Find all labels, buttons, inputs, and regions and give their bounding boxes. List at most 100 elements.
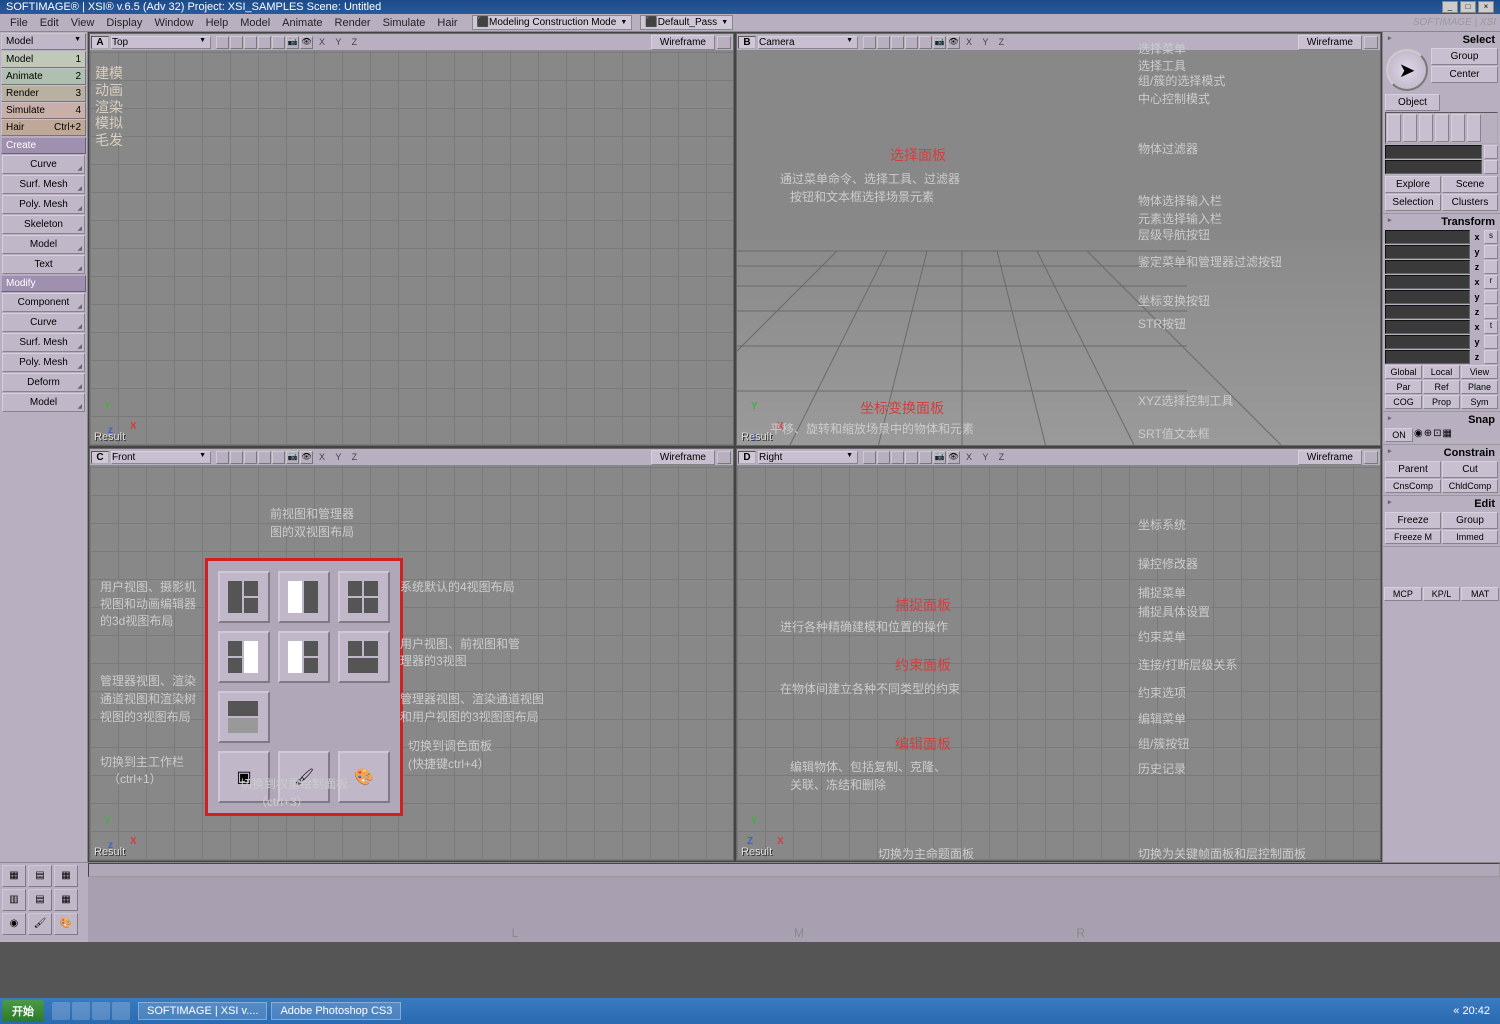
layout-2view[interactable]: [278, 571, 330, 623]
tool-icon[interactable]: ◉: [2, 913, 26, 935]
ref-button[interactable]: Ref: [1423, 380, 1460, 394]
layout-icon[interactable]: ▥: [2, 889, 26, 911]
vp-xyz[interactable]: X Y Z: [319, 452, 361, 462]
kpl-tab[interactable]: KP/L: [1423, 587, 1461, 601]
timeline[interactable]: L M R: [88, 863, 1500, 942]
srt-icon[interactable]: [1484, 305, 1498, 319]
vp-icon[interactable]: [230, 36, 243, 49]
vp-icon[interactable]: [244, 36, 257, 49]
rot-z[interactable]: [1385, 305, 1470, 319]
parent-button[interactable]: Parent: [1385, 461, 1441, 478]
vp-a-name[interactable]: Top▼: [111, 36, 211, 49]
center-button[interactable]: Center: [1431, 66, 1498, 83]
rot-y[interactable]: [1385, 290, 1470, 304]
plane-button[interactable]: Plane: [1461, 380, 1498, 394]
vp-b-name[interactable]: Camera▼: [758, 36, 858, 49]
vp-b-render[interactable]: Wireframe: [1298, 35, 1362, 50]
create-polymesh[interactable]: Poly. Mesh◢: [2, 195, 85, 214]
view-button[interactable]: View: [1461, 365, 1498, 379]
layout-3view-a[interactable]: [218, 631, 270, 683]
layout-icon[interactable]: ▦: [54, 889, 78, 911]
layout-icon[interactable]: ▤: [28, 865, 52, 887]
vp-c-render[interactable]: Wireframe: [651, 450, 715, 465]
camera-icon[interactable]: 📷: [286, 451, 299, 464]
mode-render[interactable]: Render3: [1, 85, 86, 102]
r-button[interactable]: r: [1484, 275, 1498, 289]
vp-icon[interactable]: [216, 451, 229, 464]
sym-button[interactable]: Sym: [1461, 395, 1498, 409]
ql-icon[interactable]: [52, 1002, 70, 1020]
create-text[interactable]: Text◢: [2, 255, 85, 274]
cut-button[interactable]: Cut: [1442, 461, 1498, 478]
vp-icon[interactable]: [272, 36, 285, 49]
srt-z[interactable]: [1385, 260, 1470, 274]
freezem-button[interactable]: Freeze M: [1385, 530, 1441, 544]
vp-icon[interactable]: [891, 36, 904, 49]
srt-icon[interactable]: [1484, 335, 1498, 349]
layout-3view-c[interactable]: [338, 631, 390, 683]
vp-icon[interactable]: [905, 36, 918, 49]
mat-tab[interactable]: MAT: [1461, 587, 1499, 601]
trans-x[interactable]: [1385, 320, 1470, 334]
prop-button[interactable]: Prop: [1423, 395, 1460, 409]
vp-c-label[interactable]: C: [91, 451, 109, 464]
vp-d-label[interactable]: D: [738, 451, 756, 464]
minimize-button[interactable]: _: [1442, 1, 1458, 13]
vp-xyz[interactable]: X Y Z: [966, 37, 1008, 47]
task-photoshop[interactable]: Adobe Photoshop CS3: [271, 1002, 401, 1020]
object-select-input[interactable]: [1385, 145, 1482, 159]
vp-icon[interactable]: [877, 451, 890, 464]
vp-icon[interactable]: [919, 36, 932, 49]
vp-xyz[interactable]: X Y Z: [319, 37, 361, 47]
maximize-button[interactable]: □: [1460, 1, 1476, 13]
immed-button[interactable]: Immed: [1442, 530, 1498, 544]
cnscomp-button[interactable]: CnsComp: [1385, 479, 1441, 493]
vp-d-name[interactable]: Right▼: [758, 451, 858, 464]
filter-icon[interactable]: [1451, 114, 1465, 142]
eye-icon[interactable]: 👁: [947, 36, 960, 49]
snap-icon[interactable]: ⊡: [1433, 428, 1441, 442]
rot-x[interactable]: [1385, 275, 1470, 289]
menu-hair[interactable]: Hair: [431, 15, 463, 31]
filter-icon[interactable]: [1467, 114, 1481, 142]
snap-icon[interactable]: ▦: [1443, 428, 1452, 442]
modify-surfmesh[interactable]: Surf. Mesh◢: [2, 333, 85, 352]
edit-group-button[interactable]: Group: [1442, 512, 1498, 529]
modify-component[interactable]: Component◢: [2, 293, 85, 312]
close-button[interactable]: ×: [1478, 1, 1494, 13]
mode-model[interactable]: Model1: [1, 51, 86, 68]
vp-icon[interactable]: [891, 451, 904, 464]
clock[interactable]: « 20:42: [1443, 1005, 1500, 1017]
layout-icon[interactable]: ▦: [54, 865, 78, 887]
menu-model[interactable]: Model: [234, 15, 276, 31]
menu-view[interactable]: View: [65, 15, 101, 31]
layout-icon[interactable]: ▦: [2, 865, 26, 887]
vp-a-maximize[interactable]: [717, 36, 731, 49]
snap-icon[interactable]: ⊕: [1424, 428, 1432, 442]
filter-icon[interactable]: [1419, 114, 1433, 142]
object-button[interactable]: Object: [1385, 94, 1440, 111]
create-model[interactable]: Model◢: [2, 235, 85, 254]
snap-on[interactable]: ON: [1385, 428, 1413, 442]
modify-deform[interactable]: Deform◢: [2, 373, 85, 392]
vp-icon[interactable]: [216, 36, 229, 49]
vp-icon[interactable]: [863, 451, 876, 464]
camera-icon[interactable]: 📷: [933, 451, 946, 464]
create-skeleton[interactable]: Skeleton◢: [2, 215, 85, 234]
camera-icon[interactable]: 📷: [933, 36, 946, 49]
vp-d-render[interactable]: Wireframe: [1298, 450, 1362, 465]
selection-button[interactable]: Selection: [1385, 194, 1441, 211]
constrain-title[interactable]: ▸Constrain: [1384, 446, 1499, 460]
t-button[interactable]: t: [1484, 320, 1498, 334]
snap-icon[interactable]: ◉: [1414, 428, 1423, 442]
vp-xyz[interactable]: X Y Z: [966, 452, 1008, 462]
mcp-tab[interactable]: MCP: [1384, 587, 1422, 601]
vp-c-name[interactable]: Front▼: [111, 451, 211, 464]
ql-icon[interactable]: [72, 1002, 90, 1020]
srt-icon[interactable]: [1484, 260, 1498, 274]
global-button[interactable]: Global: [1385, 365, 1422, 379]
vp-icon[interactable]: [244, 451, 257, 464]
mode-selector[interactable]: Model▼: [1, 33, 86, 50]
create-curve[interactable]: Curve◢: [2, 155, 85, 174]
par-button[interactable]: Par: [1385, 380, 1422, 394]
